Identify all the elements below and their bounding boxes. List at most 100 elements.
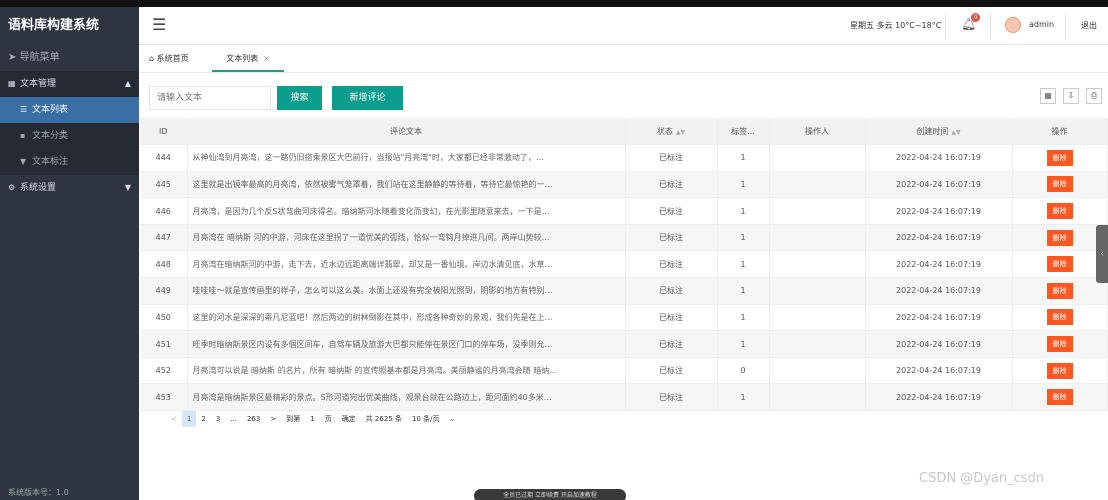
avatar[interactable] [1005, 17, 1021, 33]
cell-id: 449 [140, 277, 188, 305]
delete-button[interactable]: 删除 [1046, 176, 1073, 193]
table-row[interactable]: 451 旺季时暗纳斯景区内设有多個区间车，自驾车辆及旅游大巴都只能停在景区门口的停… [140, 330, 1108, 358]
sort-icon[interactable]: ▲▼ [951, 129, 960, 136]
tab-home[interactable]: ⌂ 系统首页 [149, 46, 189, 72]
cell-label: 1 [717, 277, 770, 305]
print-icon[interactable]: ⎙ [1086, 88, 1102, 104]
cell-label: 1 [717, 144, 770, 172]
sidebar-item-text-annotation[interactable]: ▼ 文本标注 [0, 149, 139, 175]
cell-text: 哇哇哇～就是宣传画里的样子，怎么可以这么美。水面上还没有完全被阳光照到，阴影的地… [187, 277, 626, 305]
cell-operator [769, 330, 866, 358]
table-row[interactable]: 446 月亮湾，是因为几个反S状弯曲河床得名。暗纳斯河水随着变化而变幻，在光影里随… [140, 197, 1108, 225]
table-row[interactable]: 450 这里的河水是深深的蒂凡尼蓝吧！然后两边的树林倒影在其中，形成各种奇妙的景观… [140, 304, 1108, 332]
cell-actions: 删除 [1012, 171, 1108, 199]
username[interactable]: admin [1029, 20, 1054, 29]
notice-bar[interactable]: 全员已过期 立即续费 开启加速教程 [474, 489, 626, 500]
table-row[interactable]: 444 从神仙湾到月亮湾，这一路仍旧搭乘景区大巴前行，当报站"月亮湾"时，大家都已… [140, 144, 1108, 172]
cell-created-time: 2022-04-24 16:07:19 [865, 304, 1013, 332]
search-input[interactable] [149, 86, 271, 110]
cell-status: 已标注 [625, 330, 718, 358]
cell-operator [769, 250, 866, 279]
delete-button[interactable]: 删除 [1046, 203, 1073, 220]
delete-button[interactable]: 删除 [1046, 256, 1073, 273]
column-header-status[interactable]: 状态 ▲▼ [625, 118, 718, 146]
cell-created-time: 2022-04-24 16:07:19 [865, 277, 1013, 305]
cell-id: 451 [140, 330, 188, 358]
cell-status: 已标注 [625, 224, 718, 252]
sidebar-item-text-category[interactable]: ▪ 文本分类 [0, 123, 139, 149]
chevron-down-icon[interactable]: ⌄ [444, 411, 460, 427]
sort-icon[interactable]: ▲▼ [676, 129, 685, 136]
cell-operator [769, 144, 866, 172]
close-icon[interactable]: × [263, 54, 270, 63]
delete-button[interactable]: 删除 [1046, 362, 1073, 379]
export-icon[interactable]: ⇩ [1063, 88, 1079, 104]
next-page-icon[interactable]: > [265, 411, 281, 427]
logout-button[interactable]: 退出 [1081, 20, 1097, 31]
version-text: 系统版本号：1.0 [8, 488, 69, 497]
goto-prefix: 到第 [286, 415, 301, 423]
prev-page-icon[interactable]: < [166, 411, 182, 427]
cell-status: 已标注 [625, 304, 718, 332]
cell-label: 1 [717, 224, 770, 252]
goto-suffix: 页 [324, 415, 332, 423]
side-panel-handle[interactable]: ‹ [1096, 225, 1108, 283]
cell-actions: 删除 [1012, 277, 1108, 305]
delete-button[interactable]: 删除 [1046, 282, 1073, 299]
page-1[interactable]: 1 [181, 411, 197, 427]
cell-label: 1 [717, 197, 770, 225]
notification-badge: 0 [971, 13, 980, 22]
column-header-created-time[interactable]: 创建时间 ▲▼ [865, 118, 1013, 146]
page-size-select[interactable]: 10 条/页 [407, 411, 445, 427]
table-row[interactable]: 452 月亮湾可以说是 暗纳斯 的名片，所有 暗纳斯 的宣传照基本都是月亮湾。美丽… [140, 357, 1108, 385]
column-header-label[interactable]: 标签... [717, 118, 770, 146]
page-3[interactable]: 3 [211, 411, 225, 427]
column-header-actions: 操作 [1012, 118, 1108, 146]
page-2[interactable]: 2 [196, 411, 210, 427]
data-table: ID 评论文本 状态 ▲▼ 标签... 操作人 创建时间 ▲▼ 操作 444 从神仙湾… [140, 118, 1108, 412]
table-row[interactable]: 449 哇哇哇～就是宣传画里的样子，怎么可以这么美。水面上还没有完全被阳光照到，阴… [140, 277, 1108, 305]
table-header-row: ID 评论文本 状态 ▲▼ 标签... 操作人 创建时间 ▲▼ 操作 [140, 118, 1108, 146]
add-comment-button[interactable]: 新增评论 [332, 86, 403, 110]
cell-operator [769, 277, 866, 305]
home-icon: ⌂ [149, 54, 155, 63]
header: ☰ 星期五 多云 10°C~18°C 🔔︎ 0 admin 退出 [139, 7, 1108, 45]
sidebar-item-text-list[interactable]: ☰ 文本列表 [0, 97, 139, 123]
nav-header-label: 导航菜单 [19, 52, 60, 63]
menu-toggle-icon[interactable]: ☰ [152, 15, 166, 34]
cell-label: 1 [717, 330, 770, 358]
delete-button[interactable]: 删除 [1046, 389, 1073, 406]
gear-icon: ⚙ [8, 183, 16, 192]
sidebar-item-system-settings[interactable]: ⚙ 系统设置 ▼ [0, 175, 139, 201]
delete-button[interactable]: 删除 [1046, 309, 1073, 326]
columns-icon[interactable]: ▦ [1040, 88, 1056, 104]
table-row[interactable]: 445 这里就是出镜率最高的月亮湾，依然被雾气笼罩着，我们站在这里静静的等待着，等… [140, 171, 1108, 199]
table-row[interactable]: 453 月亮湾是暗纳斯景区最精彩的景点。S形河道宛出优美曲线，观景台就在公路边上，… [140, 383, 1108, 412]
cell-actions: 删除 [1012, 224, 1108, 252]
column-header-text: 评论文本 [187, 118, 626, 146]
delete-button[interactable]: 删除 [1046, 336, 1073, 353]
cell-actions: 删除 [1012, 330, 1108, 358]
watermark: CSDN @Dyan_csdn [919, 471, 1045, 486]
delete-button[interactable]: 删除 [1046, 229, 1073, 246]
goto-confirm-button[interactable]: 确定 [337, 411, 361, 427]
search-button[interactable]: 搜索 [277, 86, 322, 110]
table-row[interactable]: 448 月亮湾在暗纳斯河的中游，走下去，近水边远距离端详翡翠，却又是一番仙境。岸边… [140, 250, 1108, 279]
goto-page-input[interactable]: 1 [305, 411, 319, 427]
cell-actions: 删除 [1012, 250, 1108, 279]
cell-label: 1 [717, 304, 770, 332]
table-row[interactable]: 447 月亮湾在 暗纳斯 河的中游，河床在这里拐了一道优美的弧线，恰似一弯钩月掉进… [140, 224, 1108, 252]
page-last[interactable]: 263 [242, 411, 265, 427]
sidebar-item-label: 文本管理 [20, 79, 57, 89]
sidebar: 语料库构建系统 ➤ 导航菜单 ▦ 文本管理 ▲ ☰ 文本列表 ▪ 文本分类 ▼ … [0, 7, 139, 500]
cell-operator [769, 357, 866, 385]
delete-button[interactable]: 删除 [1046, 149, 1073, 166]
column-header-operator: 操作人 [769, 118, 866, 146]
weather-info: 星期五 多云 10°C~18°C [850, 21, 942, 30]
cell-created-time: 2022-04-24 16:07:19 [865, 197, 1013, 225]
app-title: 语料库构建系统 [8, 18, 100, 33]
cell-text: 这里就是出镜率最高的月亮湾，依然被雾气笼罩着，我们站在这里静静的等待着，等待它最… [187, 171, 626, 199]
cell-status: 已标注 [625, 383, 718, 412]
tab-text-list[interactable]: 文本列表 × [212, 46, 284, 72]
sidebar-item-text-management[interactable]: ▦ 文本管理 ▲ [0, 71, 139, 97]
